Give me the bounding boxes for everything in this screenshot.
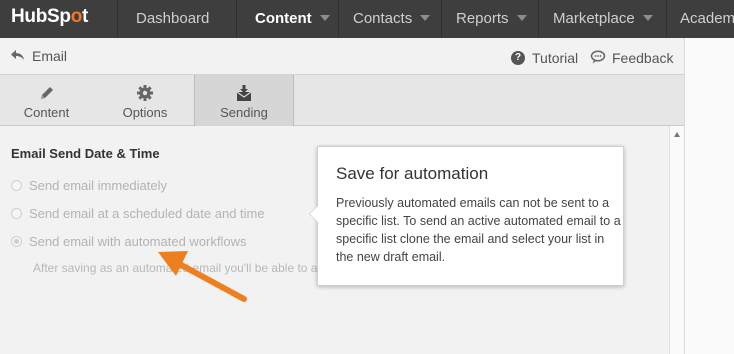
back-arrow-icon <box>11 49 25 64</box>
nav-divider <box>538 0 539 38</box>
nav-divider <box>338 0 339 38</box>
hubspot-logo[interactable]: HubSpot <box>11 6 88 28</box>
side-pane <box>684 38 734 354</box>
tutorial-link[interactable]: ? Tutorial <box>511 50 578 66</box>
chevron-down-icon <box>319 15 330 22</box>
nav-item-dashboard[interactable]: Dashboard <box>136 0 209 38</box>
question-circle-icon: ? <box>511 51 525 66</box>
sprocket-icon: o <box>70 6 83 27</box>
popover-title: Save for automation <box>336 164 489 183</box>
tab-content[interactable]: Content <box>0 75 93 126</box>
nav-divider <box>236 0 237 38</box>
nav-item-contacts[interactable]: Contacts <box>353 0 431 38</box>
nav-item-reports[interactable]: Reports <box>456 0 527 38</box>
gear-icon <box>97 83 193 103</box>
scroll-up-arrow-icon[interactable] <box>674 132 680 137</box>
nav-item-content[interactable]: Content <box>255 0 330 38</box>
speech-bubble-icon <box>590 50 606 67</box>
radio-send-automated-workflows[interactable] <box>11 236 22 248</box>
nav-item-marketplace[interactable]: Marketplace <box>553 0 653 38</box>
nav-item-academy[interactable]: Academ <box>680 0 734 38</box>
radio-send-scheduled[interactable] <box>11 208 22 220</box>
popover-pointer <box>309 205 318 223</box>
tab-options[interactable]: Options <box>97 75 193 126</box>
editor-tabs: Content Options Sending <box>0 74 684 126</box>
nav-divider <box>666 0 667 38</box>
pencil-icon <box>0 83 93 103</box>
popover-body: Previously automated emails can not be s… <box>336 196 621 264</box>
nav-divider <box>441 0 442 38</box>
page-header: Email ? Tutorial Feedback <box>0 38 684 74</box>
chevron-down-icon <box>420 15 431 22</box>
content-scrollbar[interactable] <box>669 126 684 354</box>
nav-divider <box>117 0 118 38</box>
option-send-automated-workflows[interactable]: Send email with automated workflows <box>11 234 247 249</box>
envelope-download-icon <box>195 83 293 103</box>
top-navigation-bar: HubSpot Dashboard Content Contacts Repor… <box>0 0 734 38</box>
section-title: Email Send Date & Time <box>11 146 160 161</box>
feedback-link[interactable]: Feedback <box>590 50 673 68</box>
radio-send-immediately[interactable] <box>11 180 22 192</box>
chevron-down-icon <box>516 15 527 22</box>
tab-sending[interactable]: Sending <box>194 75 294 126</box>
option-send-scheduled[interactable]: Send email at a scheduled date and time <box>11 206 265 221</box>
chevron-down-icon <box>642 15 653 22</box>
save-for-automation-popover: Save for automation Previously automated… <box>309 146 624 286</box>
option-send-immediately[interactable]: Send email immediately <box>11 178 167 193</box>
back-to-email-link[interactable]: Email <box>11 48 67 64</box>
